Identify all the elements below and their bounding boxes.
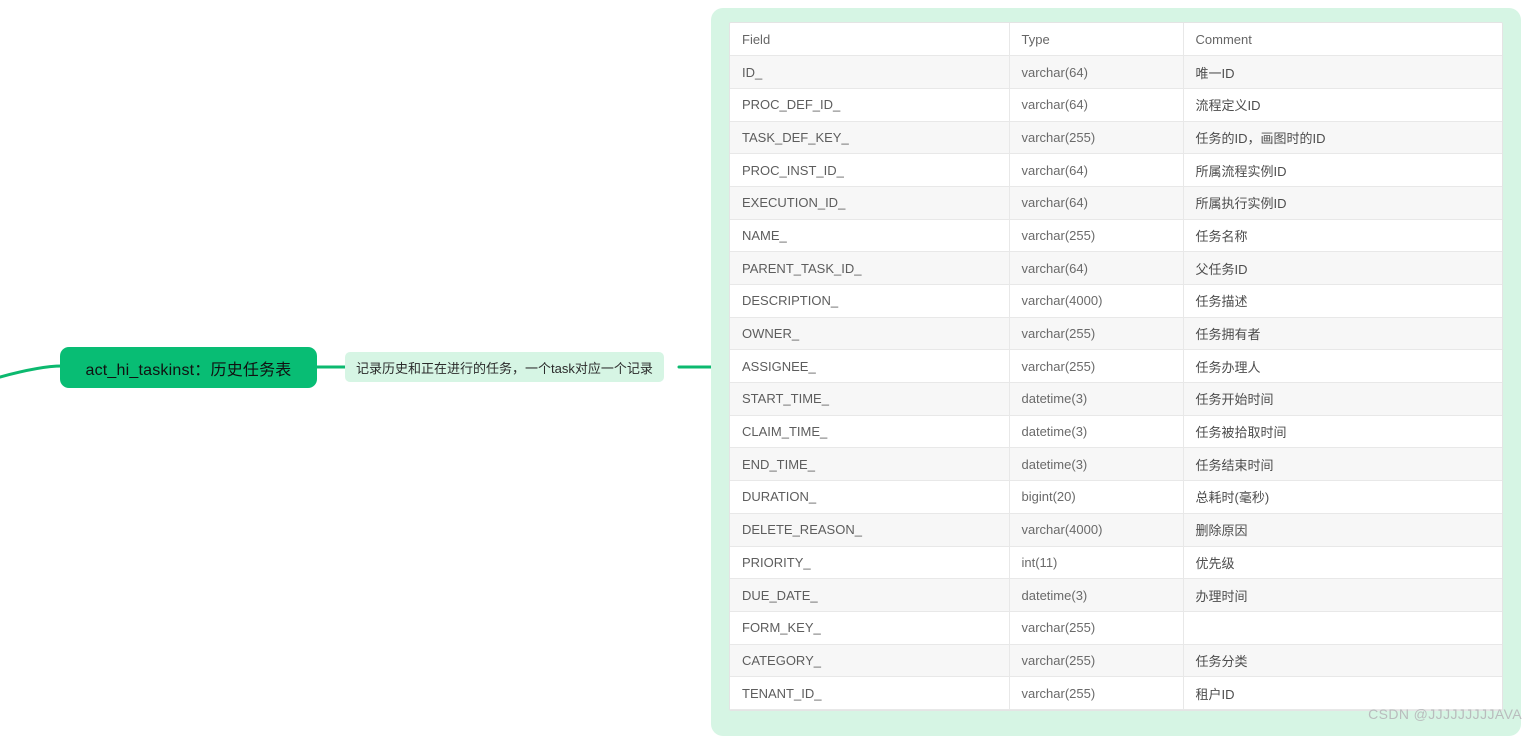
cell-field: DELETE_REASON_ xyxy=(730,513,1010,547)
cell-type: datetime(3) xyxy=(1009,447,1184,482)
cell-type: varchar(255) xyxy=(1009,676,1184,710)
cell-field: NAME_ xyxy=(730,219,1010,253)
table-row[interactable]: CLAIM_TIME_ datetime(3) 任务被拾取时间 xyxy=(730,415,1502,449)
cell-type: varchar(255) xyxy=(1009,317,1184,351)
cell-field: DURATION_ xyxy=(730,480,1010,514)
cell-comment: 任务办理人 xyxy=(1183,349,1502,384)
cell-field: TASK_DEF_KEY_ xyxy=(730,121,1010,155)
cell-field: END_TIME_ xyxy=(730,447,1010,482)
schema-table-container: Field Type Comment ID_ varchar(64) 唯一ID PRO… xyxy=(729,22,1503,711)
cell-comment: 唯一ID xyxy=(1183,55,1502,89)
table-row[interactable]: TASK_DEF_KEY_ varchar(255) 任务的ID，画图时的ID xyxy=(730,121,1502,155)
column-header-comment[interactable]: Comment xyxy=(1183,23,1502,57)
cell-comment: 所属执行实例ID xyxy=(1183,186,1502,220)
cell-type: int(11) xyxy=(1009,546,1184,580)
table-row[interactable]: START_TIME_ datetime(3) 任务开始时间 xyxy=(730,382,1502,416)
cell-type: datetime(3) xyxy=(1009,415,1184,449)
cell-field: OWNER_ xyxy=(730,317,1010,351)
cell-type: varchar(64) xyxy=(1009,251,1184,285)
cell-comment: 任务开始时间 xyxy=(1183,382,1502,416)
table-row[interactable]: DESCRIPTION_ varchar(4000) 任务描述 xyxy=(730,284,1502,318)
schema-table-panel: Field Type Comment ID_ varchar(64) 唯一ID PRO… xyxy=(711,8,1521,736)
table-row[interactable]: CATEGORY_ varchar(255) 任务分类 xyxy=(730,644,1502,678)
branch-curve-incoming xyxy=(0,364,64,379)
cell-type: varchar(255) xyxy=(1009,644,1184,678)
cell-comment: 所属流程实例ID xyxy=(1183,153,1502,187)
cell-field: EXECUTION_ID_ xyxy=(730,186,1010,220)
cell-comment: 父任务ID xyxy=(1183,251,1502,285)
cell-field: TENANT_ID_ xyxy=(730,676,1010,710)
cell-field: PRIORITY_ xyxy=(730,546,1010,580)
cell-comment: 租户ID xyxy=(1183,676,1502,710)
mindmap-root-node-label: act_hi_taskinst：历史任务表 xyxy=(85,361,292,379)
cell-type: varchar(4000) xyxy=(1009,513,1184,547)
cell-comment xyxy=(1183,611,1502,645)
cell-field: DESCRIPTION_ xyxy=(730,284,1010,318)
table-row[interactable]: EXECUTION_ID_ varchar(64) 所属执行实例ID xyxy=(730,186,1502,220)
table-row[interactable]: NAME_ varchar(255) 任务名称 xyxy=(730,219,1502,253)
cell-type: datetime(3) xyxy=(1009,382,1184,416)
cell-comment: 任务结束时间 xyxy=(1183,447,1502,482)
cell-field: FORM_KEY_ xyxy=(730,611,1010,645)
cell-type: varchar(64) xyxy=(1009,55,1184,89)
table-row[interactable]: FORM_KEY_ varchar(255) xyxy=(730,611,1502,645)
table-row[interactable]: DURATION_ bigint(20) 总耗时(毫秒) xyxy=(730,480,1502,514)
csdn-watermark: CSDN @JJJJJJJJJAVA xyxy=(1368,706,1522,722)
cell-field: PROC_DEF_ID_ xyxy=(730,88,1010,122)
cell-field: CATEGORY_ xyxy=(730,644,1010,678)
table-row[interactable]: OWNER_ varchar(255) 任务拥有者 xyxy=(730,317,1502,351)
cell-comment: 删除原因 xyxy=(1183,513,1502,547)
table-row[interactable]: END_TIME_ datetime(3) 任务结束时间 xyxy=(730,447,1502,482)
cell-type: varchar(64) xyxy=(1009,186,1184,220)
cell-comment: 任务被拾取时间 xyxy=(1183,415,1502,449)
cell-comment: 优先级 xyxy=(1183,546,1502,580)
column-header-field[interactable]: Field xyxy=(730,23,1010,57)
cell-type: bigint(20) xyxy=(1009,480,1184,514)
schema-table: Field Type Comment ID_ varchar(64) 唯一ID PRO… xyxy=(730,23,1502,710)
cell-field: CLAIM_TIME_ xyxy=(730,415,1010,449)
cell-field: START_TIME_ xyxy=(730,382,1010,416)
table-row[interactable]: ID_ varchar(64) 唯一ID xyxy=(730,55,1502,89)
cell-comment: 任务的ID，画图时的ID xyxy=(1183,121,1502,155)
mindmap-description-node[interactable]: 记录历史和正在进行的任务，一个task对应一个记录 xyxy=(345,352,664,382)
cell-type: varchar(255) xyxy=(1009,121,1184,155)
mindmap-branch: act_hi_taskinst：历史任务表 记录历史和正在进行的任务，一个tas… xyxy=(0,0,760,728)
column-header-type[interactable]: Type xyxy=(1009,23,1184,57)
cell-comment: 任务描述 xyxy=(1183,284,1502,318)
cell-field: ASSIGNEE_ xyxy=(730,349,1010,384)
table-row[interactable]: DELETE_REASON_ varchar(4000) 删除原因 xyxy=(730,513,1502,547)
mindmap-root-node[interactable]: act_hi_taskinst：历史任务表 xyxy=(60,347,317,388)
cell-type: varchar(4000) xyxy=(1009,284,1184,318)
table-row[interactable]: PROC_INST_ID_ varchar(64) 所属流程实例ID xyxy=(730,153,1502,187)
cell-comment: 总耗时(毫秒) xyxy=(1183,480,1502,514)
cell-type: varchar(255) xyxy=(1009,349,1184,384)
schema-table-body: ID_ varchar(64) 唯一ID PROC_DEF_ID_ varchar(64… xyxy=(730,55,1502,710)
cell-field: PROC_INST_ID_ xyxy=(730,153,1010,187)
cell-field: PARENT_TASK_ID_ xyxy=(730,251,1010,285)
cell-comment: 流程定义ID xyxy=(1183,88,1502,122)
cell-type: varchar(255) xyxy=(1009,219,1184,253)
mindmap-description-node-label: 记录历史和正在进行的任务，一个task对应一个记录 xyxy=(356,360,653,376)
cell-comment: 任务名称 xyxy=(1183,219,1502,253)
cell-type: varchar(64) xyxy=(1009,153,1184,187)
cell-type: varchar(255) xyxy=(1009,611,1184,645)
table-row[interactable]: PROC_DEF_ID_ varchar(64) 流程定义ID xyxy=(730,88,1502,122)
cell-type: datetime(3) xyxy=(1009,578,1184,612)
table-row[interactable]: PRIORITY_ int(11) 优先级 xyxy=(730,546,1502,580)
cell-type: varchar(64) xyxy=(1009,88,1184,122)
table-row[interactable]: TENANT_ID_ varchar(255) 租户ID xyxy=(730,676,1502,710)
table-header-row: Field Type Comment xyxy=(730,23,1502,57)
table-row[interactable]: DUE_DATE_ datetime(3) 办理时间 xyxy=(730,578,1502,612)
cell-field: ID_ xyxy=(730,55,1010,89)
cell-comment: 办理时间 xyxy=(1183,578,1502,612)
cell-comment: 任务拥有者 xyxy=(1183,317,1502,351)
table-row[interactable]: PARENT_TASK_ID_ varchar(64) 父任务ID xyxy=(730,251,1502,285)
cell-comment: 任务分类 xyxy=(1183,644,1502,678)
schema-table-head: Field Type Comment xyxy=(730,23,1502,57)
cell-field: DUE_DATE_ xyxy=(730,578,1010,612)
table-row[interactable]: ASSIGNEE_ varchar(255) 任务办理人 xyxy=(730,349,1502,384)
